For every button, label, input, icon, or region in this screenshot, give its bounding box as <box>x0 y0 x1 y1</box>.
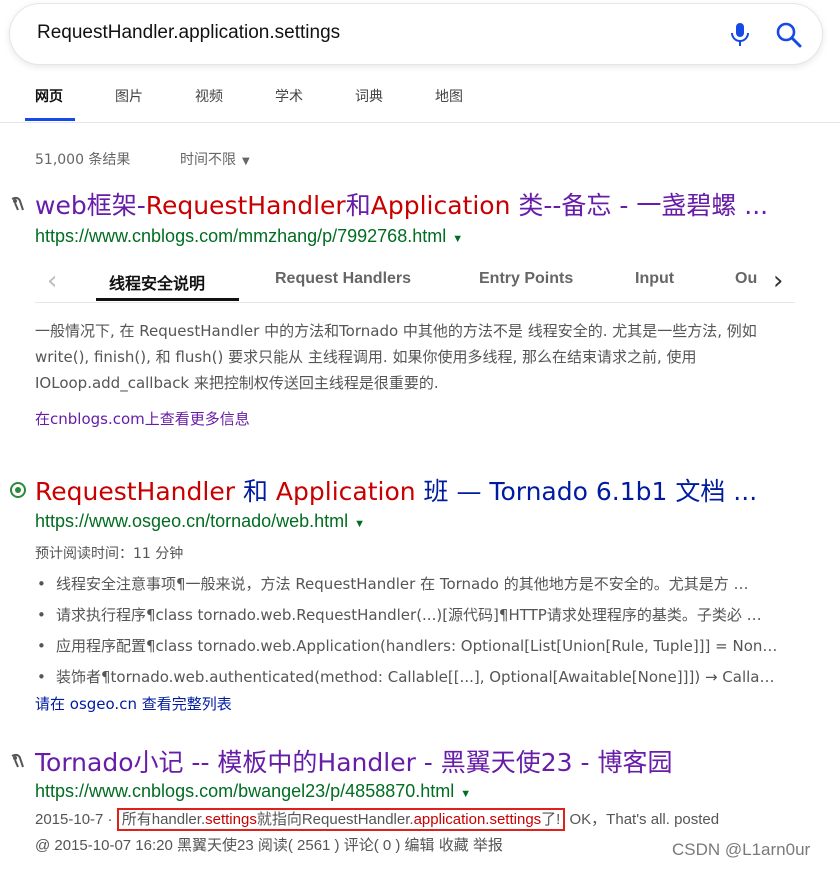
title-hit: Application <box>275 477 416 506</box>
list-item[interactable]: 请求执行程序¶class tornado.web.RequestHandler(… <box>35 600 795 631</box>
watermark: CSDN @L1arn0ur <box>672 840 811 859</box>
tab-videos[interactable]: 视频 <box>195 86 223 106</box>
snippet-part: 了! <box>541 811 561 828</box>
chevron-down-icon: ▼ <box>242 156 250 167</box>
result-2-title[interactable]: RequestHandler 和 Application 班 — Tornado… <box>35 472 757 508</box>
list-item-text: 请求执行程序¶class tornado.web.RequestHandler(… <box>56 606 762 624</box>
result-2-full-list-link[interactable]: 请在 osgeo.cn 查看完整列表 <box>35 693 232 714</box>
search-icon[interactable] <box>776 22 802 52</box>
subtab-input[interactable]: Input <box>635 270 674 288</box>
title-hit: RequestHandler <box>145 191 346 220</box>
highlight-box: 所有handler.settings就指向RequestHandler.appl… <box>116 808 566 831</box>
list-item-text: 装饰者¶tornado.web.authenticated(method: Ca… <box>56 668 781 686</box>
osgeo-favicon-icon <box>9 481 27 499</box>
snippet-part: OK，That's all. posted <box>565 811 720 828</box>
result-3-snippet-line-2: @ 2015-10-07 16:20 黑翼天使23 阅读( 2561 ) 评论(… <box>35 837 503 854</box>
title-part: 和 <box>345 191 371 220</box>
search-scope-tabs: 网页 图片 视频 学术 词典 地图 <box>0 80 840 123</box>
tab-images[interactable]: 图片 <box>115 86 143 106</box>
snippet-part: 就指向RequestHandler. <box>256 811 414 828</box>
tab-web[interactable]: 网页 <box>35 86 63 106</box>
caret-down-icon[interactable]: ▼ <box>354 518 365 530</box>
result-3-title[interactable]: Tornado小记 -- 模板中的Handler - 黑翼天使23 - 博客园 <box>35 743 673 779</box>
caret-down-icon[interactable]: ▼ <box>452 233 463 245</box>
time-filter-dropdown[interactable]: 时间不限 ▼ <box>180 149 250 169</box>
caret-down-icon[interactable]: ▼ <box>460 788 471 800</box>
subtab-thread-safety[interactable]: 线程安全说明 <box>109 270 205 294</box>
url-text: https://www.cnblogs.com/bwangel23/p/4858… <box>35 781 455 801</box>
title-part: 班 — Tornado 6.1b1 文档 ... <box>415 477 758 506</box>
title-part: Tornado小记 -- 模板中的Handler - 黑翼天使23 - 博客园 <box>35 748 673 777</box>
result-1-url[interactable]: https://www.cnblogs.com/mmzhang/p/799276… <box>35 226 463 247</box>
cnblogs-favicon-icon <box>9 195 27 213</box>
tab-academic[interactable]: 学术 <box>275 86 303 106</box>
result-2-deep-links: 线程安全注意事项¶一般来说，方法 RequestHandler 在 Tornad… <box>35 569 795 693</box>
list-item-text: 线程安全注意事项¶一般来说，方法 RequestHandler 在 Tornad… <box>56 575 749 593</box>
url-text: https://www.osgeo.cn/tornado/web.html <box>35 511 349 531</box>
title-part: web框架- <box>35 191 146 220</box>
microphone-icon[interactable] <box>730 22 750 52</box>
active-tab-indicator <box>25 118 75 121</box>
result-1-more-link[interactable]: 在cnblogs.com上查看更多信息 <box>35 408 250 429</box>
snippet-line: 一般情况下, 在 RequestHandler 中的方法和Tornado 中其他… <box>35 322 757 340</box>
title-hit: RequestHandler <box>35 477 235 506</box>
title-part: 类--备忘 - 一盏碧螺 ... <box>510 191 769 220</box>
active-subtab-indicator <box>96 298 239 301</box>
time-filter-label: 时间不限 <box>180 152 236 168</box>
result-count: 51,000 条结果 <box>35 152 131 168</box>
search-input[interactable]: RequestHandler.application.settings <box>37 22 340 44</box>
subtab-output[interactable]: Ou <box>735 270 757 288</box>
list-item-text: 应用程序配置¶class tornado.web.Application(han… <box>56 637 781 655</box>
result-3-snippet-line-1: 2015-10-7 · 所有handler.settings就指向Request… <box>35 808 720 831</box>
separator: · <box>103 811 117 828</box>
result-1-subtabs: ‹ 线程安全说明 Request Handlers Entry Points I… <box>35 258 795 303</box>
result-3-url[interactable]: https://www.cnblogs.com/bwangel23/p/4858… <box>35 781 471 802</box>
title-part: 和 <box>235 477 276 506</box>
chevron-right-icon[interactable]: › <box>773 266 783 296</box>
cnblogs-favicon-icon <box>9 752 27 770</box>
snippet-line: write(), finish(), 和 flush() 要求只能从 主线程调用… <box>35 348 697 366</box>
subtab-request-handlers[interactable]: Request Handlers <box>275 270 411 288</box>
snippet-hit: settings <box>205 811 257 828</box>
list-item[interactable]: 线程安全注意事项¶一般来说，方法 RequestHandler 在 Tornad… <box>35 569 795 600</box>
title-hit: Application <box>370 191 511 220</box>
read-time: 预计阅读时间：11 分钟 <box>35 546 184 562</box>
result-1-title[interactable]: web框架-RequestHandler和Application 类--备忘 -… <box>35 186 768 222</box>
url-text: https://www.cnblogs.com/mmzhang/p/799276… <box>35 226 447 246</box>
search-box[interactable]: RequestHandler.application.settings <box>10 4 822 64</box>
chevron-left-icon[interactable]: ‹ <box>47 266 57 296</box>
snippet-line: IOLoop.add_callback 来把控制权传送回主线程是很重要的. <box>35 374 439 392</box>
snippet-part: 所有handler. <box>121 811 206 828</box>
post-date: 2015-10-7 <box>35 811 104 828</box>
result-2-url[interactable]: https://www.osgeo.cn/tornado/web.html ▼ <box>35 511 365 532</box>
list-item[interactable]: 装饰者¶tornado.web.authenticated(method: Ca… <box>35 662 795 693</box>
tab-dictionary[interactable]: 词典 <box>355 86 383 106</box>
snippet-hit: application.settings <box>413 811 542 828</box>
result-1-snippet: 一般情况下, 在 RequestHandler 中的方法和Tornado 中其他… <box>35 318 805 396</box>
tab-maps[interactable]: 地图 <box>435 86 463 106</box>
list-item[interactable]: 应用程序配置¶class tornado.web.Application(han… <box>35 631 795 662</box>
subtab-entry-points[interactable]: Entry Points <box>479 270 573 288</box>
